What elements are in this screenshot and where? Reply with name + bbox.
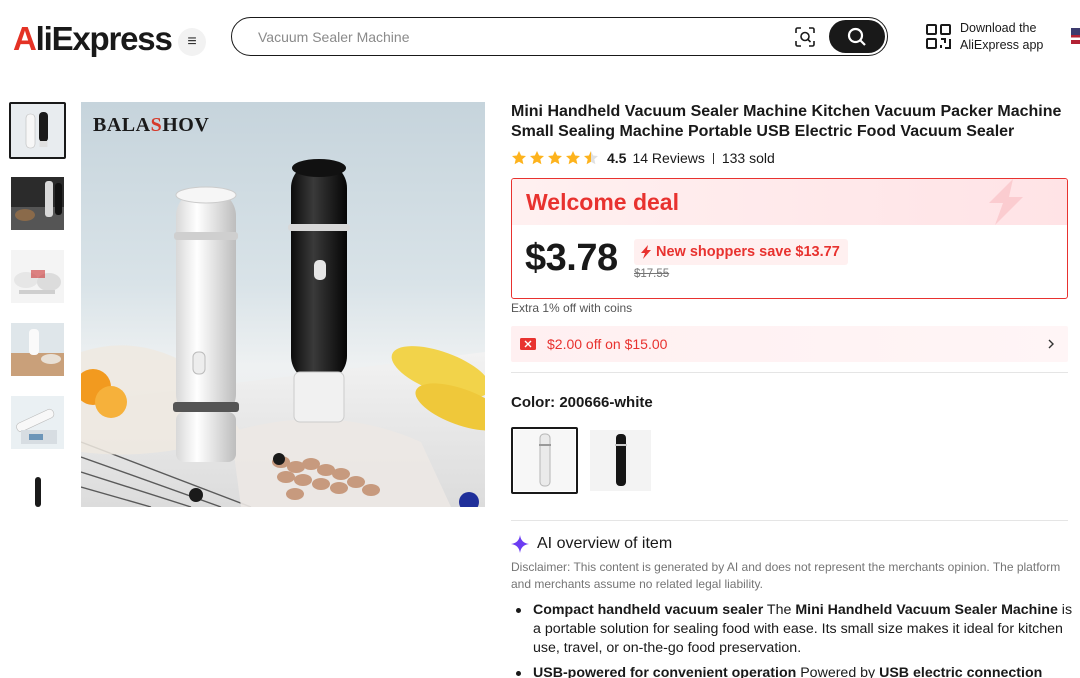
thumbnail-5[interactable] — [9, 394, 66, 451]
color-option-black[interactable] — [587, 427, 654, 494]
current-price: $3.78 — [525, 237, 618, 279]
thumbnail-image — [11, 177, 64, 230]
black-sealer-image — [614, 433, 627, 486]
save-text: New shoppers save $13.77 — [656, 244, 840, 260]
rating-value: 4.5 — [607, 150, 627, 166]
aliexpress-logo[interactable]: AliExpress — [13, 20, 173, 58]
bullet-bold: Compact handheld vacuum sealer — [533, 602, 764, 618]
thumbnail-3[interactable] — [9, 248, 66, 305]
thumbnail-list — [9, 102, 66, 540]
welcome-deal-box: Welcome deal $3.78 New shoppers save $13… — [511, 178, 1068, 299]
product-title: Mini Handheld Vacuum Sealer Machine Kitc… — [511, 103, 1062, 140]
image-search-icon[interactable] — [794, 26, 816, 48]
sold-count: 133 sold — [721, 150, 775, 166]
thumbnail-6[interactable] — [9, 467, 66, 524]
swatch-image — [590, 430, 651, 491]
star-icon — [566, 151, 580, 165]
color-label: Color: 200666-white — [511, 394, 653, 411]
lightning-icon — [641, 245, 651, 259]
ai-summary-list: Compact handheld vacuum sealer The Mini … — [511, 601, 1073, 678]
list-item: USB-powered for convenient operation Pow… — [511, 664, 1073, 678]
thumbnail-image — [11, 396, 64, 449]
white-sealer-image — [538, 433, 551, 486]
download-line-1: Download the — [960, 21, 1037, 35]
list-item: Compact handheld vacuum sealer The Mini … — [511, 601, 1073, 658]
star-icon — [548, 151, 562, 165]
bullet-bold: Mini Handheld Vacuum Sealer Machine — [795, 602, 1058, 618]
bullet-text: The — [763, 602, 796, 618]
sparkle-icon — [511, 535, 529, 553]
search-input[interactable] — [258, 28, 778, 45]
thumbnail-image — [11, 469, 64, 522]
download-app-link[interactable]: Download the AliExpress app — [960, 20, 1043, 54]
coupon-icon — [520, 338, 536, 350]
us-flag-icon[interactable] — [1071, 28, 1080, 44]
qr-code-icon[interactable] — [925, 23, 952, 50]
search-button[interactable] — [829, 20, 885, 53]
deal-header: Welcome deal — [512, 179, 1067, 225]
ai-heading-text: AI overview of item — [537, 535, 673, 552]
bullet-bold: USB-powered for convenient operation — [533, 665, 797, 678]
color-option-white[interactable] — [511, 427, 578, 494]
reviews-link[interactable]: 14 Reviews — [632, 150, 704, 166]
thumbnail-1[interactable] — [9, 102, 66, 159]
thumbnail-2[interactable] — [9, 175, 66, 232]
lightning-decoration-icon — [989, 179, 1023, 225]
menu-icon[interactable]: ≡ — [178, 28, 206, 56]
logo-letter-a: A — [13, 20, 37, 57]
logo-wordmark: liExpress — [35, 20, 173, 57]
star-icon — [512, 151, 526, 165]
divider — [511, 372, 1068, 373]
bullet-bold: USB electric connection — [879, 665, 1043, 678]
rating-stars — [511, 150, 599, 166]
ai-overview-heading: AI overview of item — [511, 535, 672, 553]
new-shopper-save-tag: New shoppers save $13.77 — [634, 239, 848, 265]
original-price: $17.55 — [634, 268, 670, 280]
main-product-image[interactable]: BALASHOV — [81, 102, 485, 507]
search-icon — [847, 27, 866, 46]
star-icon — [530, 151, 544, 165]
product-photo — [81, 159, 485, 507]
swatch-image — [514, 430, 575, 491]
separator — [712, 152, 714, 164]
search-bar — [231, 17, 888, 56]
deal-title: Welcome deal — [526, 189, 679, 215]
half-star-icon — [584, 151, 598, 165]
coupon-bar[interactable]: $2.00 off on $15.00 — [511, 326, 1068, 362]
coins-discount: Extra 1% off with coins — [511, 301, 633, 315]
download-line-2: AliExpress app — [960, 38, 1044, 52]
divider — [511, 520, 1068, 521]
chevron-right-icon — [1048, 339, 1054, 349]
bullet-text: Powered by — [796, 665, 880, 678]
coupon-text: $2.00 off on $15.00 — [547, 336, 668, 352]
thumbnail-image — [11, 104, 64, 157]
rating-row: 4.5 14 Reviews 133 sold — [511, 150, 775, 166]
ai-disclaimer: Disclaimer: This content is generated by… — [511, 560, 1061, 591]
thumbnail-image — [11, 250, 64, 303]
thumbnail-4[interactable] — [9, 321, 66, 378]
thumbnail-image — [11, 323, 64, 376]
